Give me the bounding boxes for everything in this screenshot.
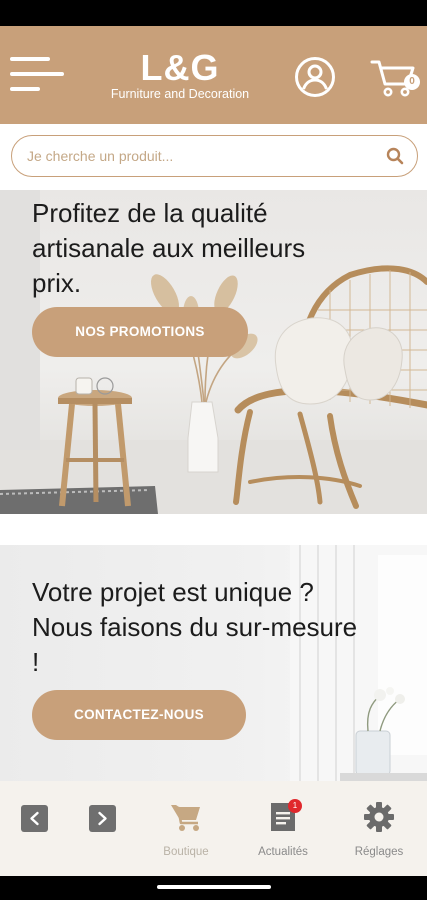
promotions-button[interactable]: NOS PROMOTIONS [32, 307, 248, 357]
nav-boutique[interactable]: Boutique [146, 801, 226, 858]
brand-logo[interactable]: L&G Furniture and Decoration [95, 47, 265, 102]
news-badge: 1 [288, 799, 302, 813]
forward-arrow-button[interactable] [89, 805, 116, 832]
chevron-right-icon [98, 811, 107, 826]
user-account-icon[interactable] [294, 56, 336, 98]
back-arrow-button[interactable] [21, 805, 48, 832]
brand-name: L&G [140, 47, 220, 88]
menu-icon[interactable] [10, 55, 64, 95]
search-field [11, 135, 418, 177]
promo-banner[interactable]: Profitez de la qualité artisanale aux me… [0, 190, 427, 514]
chevron-left-icon [30, 811, 39, 826]
nav-actualites-label: Actualités [258, 846, 308, 858]
nav-reglages-label: Réglages [354, 846, 404, 858]
search-bar [0, 124, 427, 190]
custom-banner-title: Votre projet est unique ? Nous faisons d… [32, 577, 358, 677]
brand-tagline: Furniture and Decoration [110, 87, 250, 101]
contact-us-button[interactable]: CONTACTEZ-NOUS [32, 690, 246, 740]
custom-made-banner[interactable]: Votre projet est unique ? Nous faisons d… [0, 545, 427, 781]
nav-actualites[interactable]: 1 Actualités [243, 799, 323, 858]
banner-separator [0, 514, 427, 545]
nav-reglages[interactable]: Réglages [339, 801, 419, 858]
search-icon[interactable] [386, 147, 404, 165]
nav-boutique-label: Boutique [163, 846, 209, 858]
app-header: L&G Furniture and Decoration 0 [0, 26, 427, 124]
gear-icon [364, 802, 394, 832]
bottom-navigation: Boutique 1 Actualités Réglages [0, 781, 427, 876]
home-indicator[interactable] [157, 885, 271, 889]
cart-count-badge: 0 [404, 74, 420, 90]
search-input[interactable] [27, 144, 367, 168]
shop-cart-icon [171, 805, 200, 831]
status-bar [0, 0, 427, 26]
system-home-bar [0, 876, 427, 900]
promo-banner-title: Profitez de la qualité artisanale aux me… [32, 198, 306, 298]
